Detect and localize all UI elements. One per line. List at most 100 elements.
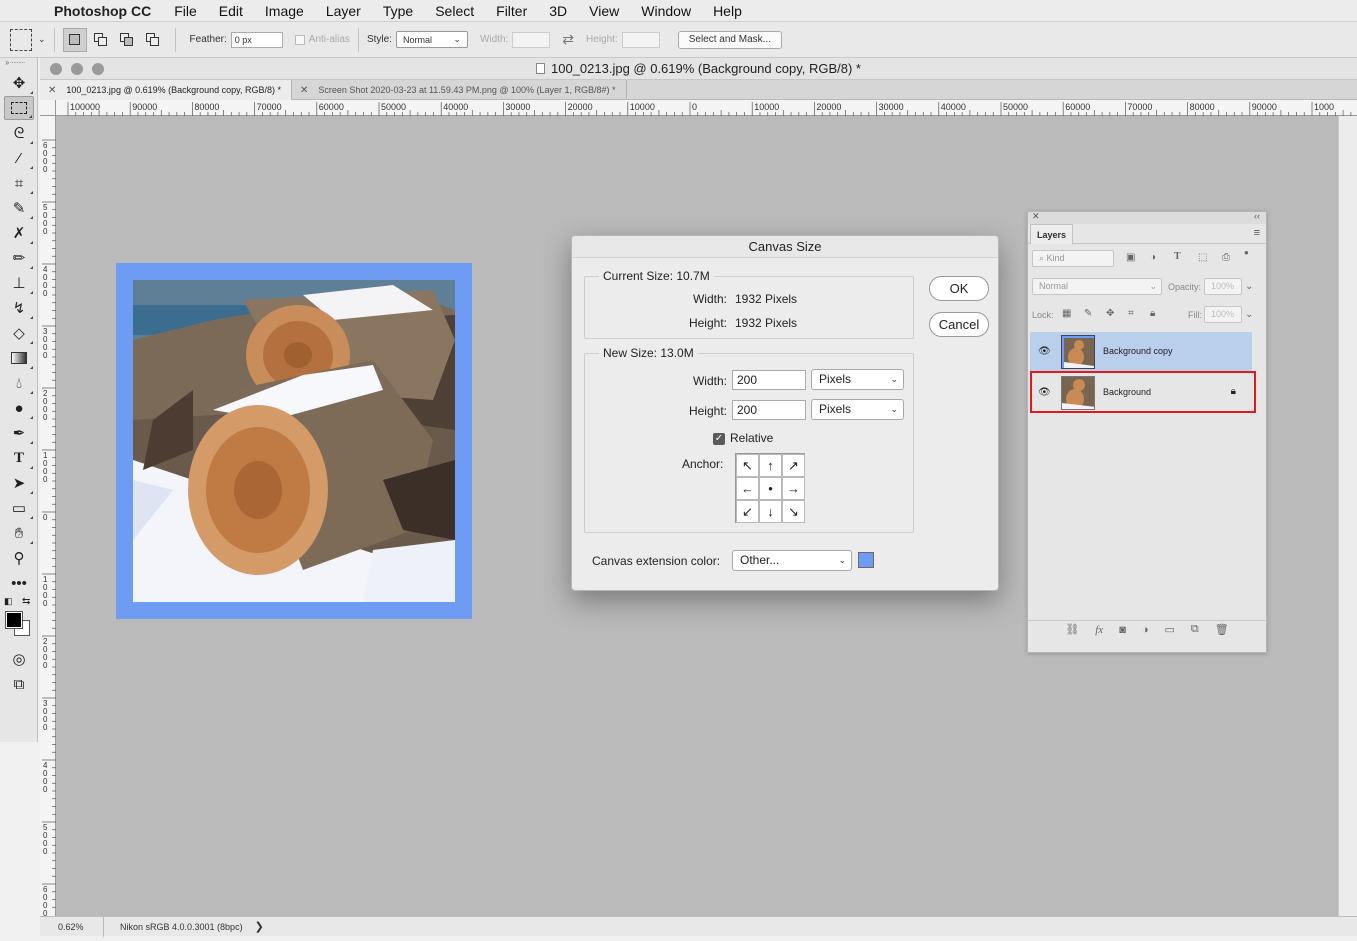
blend-mode-select[interactable]: Normal ⌄ bbox=[1032, 278, 1162, 295]
layer-name[interactable]: Background copy bbox=[1103, 346, 1173, 356]
more-tools-icon[interactable]: ••• bbox=[4, 571, 34, 595]
tab-document-screenshot[interactable]: ✕ Screen Shot 2020-03-23 at 11.59.43 PM.p… bbox=[292, 80, 627, 100]
style-select[interactable]: Normal ⌄ bbox=[395, 31, 468, 48]
path-selection-tool-icon[interactable]: ➤ bbox=[4, 471, 34, 495]
chevron-down-icon[interactable]: ⌄ bbox=[38, 34, 46, 45]
blur-tool-icon[interactable]: 💧︎ bbox=[4, 371, 34, 395]
filter-toggle-icon[interactable]: ● bbox=[1244, 248, 1249, 257]
zoom-tool-icon[interactable]: ⚲ bbox=[4, 546, 34, 570]
vertical-ruler[interactable]: 6000500040003000200010000100020003000400… bbox=[40, 116, 56, 916]
marquee-preset-icon[interactable] bbox=[10, 28, 32, 51]
anchor-top-right[interactable]: ↗ bbox=[782, 454, 805, 477]
filter-smart-object-icon[interactable]: ⎙ bbox=[1222, 252, 1230, 263]
layer-row-background-copy[interactable]: 👁︎ Background copy bbox=[1030, 332, 1252, 372]
gradient-tool-icon[interactable] bbox=[4, 346, 34, 370]
menu-3d[interactable]: 3D bbox=[538, 3, 578, 19]
anchor-bottom-right[interactable]: ↘ bbox=[782, 500, 805, 523]
intersect-selection-button[interactable] bbox=[141, 28, 165, 52]
feather-input[interactable]: 0 px bbox=[230, 31, 283, 48]
extension-color-select[interactable]: Other... ⌄ bbox=[732, 550, 852, 571]
swap-icon[interactable]: ⇄ bbox=[562, 31, 574, 48]
menu-filter[interactable]: Filter bbox=[485, 3, 538, 19]
zoom-window-button[interactable] bbox=[92, 62, 104, 75]
rectangle-tool-icon[interactable]: ▭ bbox=[4, 496, 34, 520]
close-tab-icon[interactable]: ✕ bbox=[48, 85, 56, 96]
new-width-input[interactable]: 200 bbox=[732, 370, 806, 390]
foreground-color-swatch[interactable] bbox=[5, 611, 23, 629]
healing-brush-tool-icon[interactable]: ✗ bbox=[4, 221, 34, 245]
visibility-eye-icon[interactable]: 👁︎ bbox=[1038, 346, 1051, 357]
subtract-selection-button[interactable] bbox=[115, 28, 139, 52]
hand-tool-icon[interactable]: ✋︎ bbox=[4, 521, 34, 545]
menu-window[interactable]: Window bbox=[630, 3, 702, 19]
cancel-button[interactable]: Cancel bbox=[929, 312, 989, 337]
photo-snowy-logs[interactable] bbox=[133, 280, 455, 602]
status-menu-arrow-icon[interactable]: ❯ bbox=[255, 920, 264, 933]
magic-wand-tool-icon[interactable]: ⁄ bbox=[4, 146, 34, 170]
anchor-middle-right[interactable]: → bbox=[782, 477, 805, 500]
filter-adjustment-icon[interactable]: ◑ bbox=[1150, 252, 1156, 263]
menu-view[interactable]: View bbox=[578, 3, 630, 19]
anti-alias-checkbox[interactable] bbox=[294, 34, 305, 45]
anchor-center[interactable]: ● bbox=[759, 477, 782, 500]
horizontal-ruler[interactable]: 100000 90000 80000 70000 60000 50000 40000 3000… bbox=[56, 100, 1357, 116]
screen-mode-icon[interactable]: ⧉ bbox=[4, 672, 34, 696]
eraser-tool-icon[interactable]: ◇ bbox=[4, 321, 34, 345]
menu-file[interactable]: File bbox=[163, 3, 208, 19]
lock-all-icon[interactable]: 🔒︎ bbox=[1150, 308, 1155, 319]
filter-pixel-icon[interactable]: ▣ bbox=[1126, 252, 1135, 263]
anchor-top-left[interactable]: ↖ bbox=[736, 454, 759, 477]
new-selection-button[interactable] bbox=[62, 27, 87, 52]
menu-layer[interactable]: Layer bbox=[315, 3, 372, 19]
eyedropper-tool-icon[interactable]: ✎ bbox=[4, 196, 34, 220]
ok-button[interactable]: OK bbox=[929, 276, 989, 301]
add-selection-button[interactable] bbox=[89, 28, 113, 52]
lasso-tool-icon[interactable]: ᘓ bbox=[4, 121, 34, 145]
ruler-origin[interactable] bbox=[40, 100, 56, 116]
new-group-folder-icon[interactable]: ▭ bbox=[1165, 623, 1175, 636]
close-window-button[interactable] bbox=[50, 62, 62, 75]
anchor-top-center[interactable]: ↑ bbox=[759, 454, 782, 477]
anchor-bottom-center[interactable]: ↓ bbox=[759, 500, 782, 523]
type-tool-icon[interactable]: T bbox=[4, 446, 34, 470]
new-height-input[interactable]: 200 bbox=[732, 400, 806, 420]
pen-tool-icon[interactable]: ✒ bbox=[4, 421, 34, 445]
minimize-window-button[interactable] bbox=[71, 62, 83, 75]
width-input[interactable] bbox=[512, 31, 551, 48]
collapse-panel-icon[interactable]: ‹‹ bbox=[1254, 211, 1260, 221]
rectangular-marquee-tool-icon[interactable] bbox=[4, 96, 34, 120]
default-colors-icon[interactable]: ◧ bbox=[4, 596, 13, 607]
opacity-input[interactable]: 100% bbox=[1204, 278, 1242, 295]
fill-input[interactable]: 100% bbox=[1204, 306, 1242, 323]
tab-document-active[interactable]: ✕ 100_0213.jpg @ 0.619% (Background copy,… bbox=[40, 80, 292, 100]
filter-type-icon[interactable]: T bbox=[1174, 251, 1181, 262]
filter-shape-icon[interactable]: ⬚ bbox=[1198, 252, 1207, 263]
menu-type[interactable]: Type bbox=[372, 3, 424, 19]
menu-help[interactable]: Help bbox=[702, 3, 753, 19]
lock-artboard-icon[interactable]: ⌗ bbox=[1128, 308, 1134, 319]
relative-checkbox[interactable]: ✓ bbox=[713, 433, 725, 445]
add-mask-icon[interactable]: ◙ bbox=[1119, 624, 1126, 636]
trash-icon[interactable]: 🗑︎ bbox=[1215, 623, 1229, 636]
panel-menu-icon[interactable]: ≡ bbox=[1254, 227, 1260, 239]
vertical-scrollbar[interactable] bbox=[1338, 116, 1357, 916]
anchor-middle-left[interactable]: ← bbox=[736, 477, 759, 500]
lock-transparent-icon[interactable]: ▦ bbox=[1062, 308, 1071, 319]
panel-grip-icon[interactable]: ›› ········· bbox=[0, 58, 37, 70]
chevron-down-icon[interactable]: ⌄ bbox=[1245, 309, 1253, 320]
new-layer-icon[interactable]: ⧉ bbox=[1191, 623, 1199, 636]
link-layers-icon[interactable]: ⛓︎ bbox=[1065, 623, 1079, 636]
quick-mask-icon[interactable]: ◎ bbox=[4, 647, 34, 671]
history-brush-tool-icon[interactable]: ↯ bbox=[4, 296, 34, 320]
new-height-unit-select[interactable]: Pixels ⌄ bbox=[811, 399, 904, 420]
height-input[interactable] bbox=[621, 31, 660, 48]
dodge-tool-icon[interactable]: ● bbox=[4, 396, 34, 420]
new-adjustment-icon[interactable]: ◑ bbox=[1142, 624, 1149, 636]
extension-color-swatch[interactable] bbox=[858, 552, 874, 568]
new-width-unit-select[interactable]: Pixels ⌄ bbox=[811, 369, 904, 390]
lock-image-icon[interactable]: ✎ bbox=[1084, 308, 1092, 319]
anchor-bottom-left[interactable]: ↙ bbox=[736, 500, 759, 523]
select-and-mask-button[interactable]: Select and Mask... bbox=[677, 30, 782, 49]
close-tab-icon[interactable]: ✕ bbox=[300, 85, 308, 96]
layer-style-fx-icon[interactable]: fx bbox=[1095, 624, 1103, 636]
